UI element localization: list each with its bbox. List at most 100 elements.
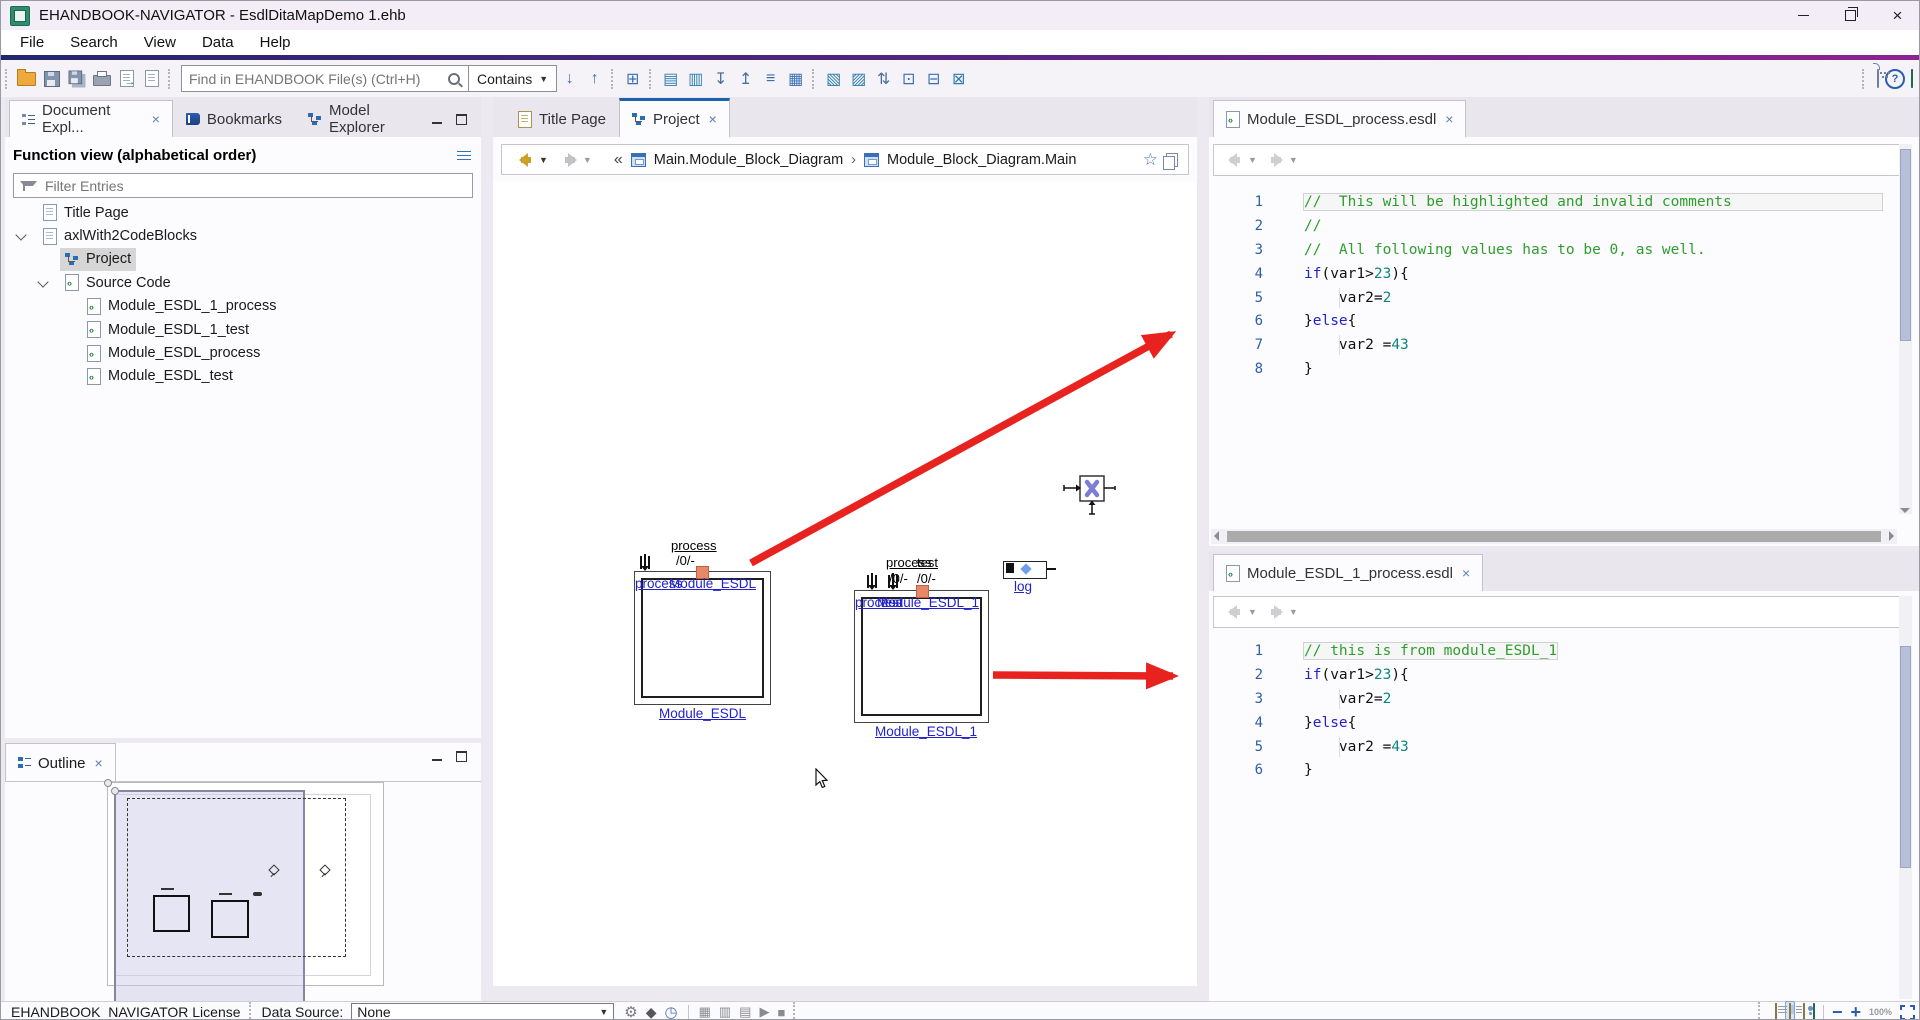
export-button[interactable]: → — [114, 67, 139, 91]
expand-chevron-icon[interactable] — [37, 277, 48, 288]
tree-item-module-esdl-test[interactable]: Module_ESDL_test — [5, 365, 481, 388]
scrollbar-thumb[interactable] — [1900, 149, 1911, 341]
copy-icon[interactable] — [1166, 153, 1178, 167]
forward-history-icon[interactable]: ▼ — [1289, 155, 1298, 165]
tab-model-explorer[interactable]: Model Explorer — [295, 101, 432, 137]
close-button[interactable]: × — [1874, 1, 1920, 30]
scrollbar-thumb[interactable] — [1227, 531, 1881, 542]
fit-to-screen-icon[interactable] — [1900, 1005, 1915, 1020]
data-sphere-icon[interactable]: ◆ — [646, 1004, 657, 1020]
sort-icon[interactable]: ⇅ — [871, 67, 896, 91]
code-area[interactable]: 1// this is from module_ESDL_12if(var1>2… — [1209, 639, 1895, 782]
forward-icon[interactable] — [1271, 609, 1281, 615]
measure-grid-icon[interactable]: ▦ — [699, 1004, 711, 1020]
tree-item-source-code[interactable]: Source Code — [5, 271, 481, 294]
close-tab-icon[interactable]: × — [709, 111, 717, 127]
model-check-icon[interactable]: ⊡ — [896, 67, 921, 91]
back-history-icon[interactable]: ▼ — [1248, 155, 1257, 165]
back-history-icon[interactable]: ▼ — [539, 155, 548, 165]
tree-item-module-esdl-1-test[interactable]: Module_ESDL_1_test — [5, 318, 481, 341]
outline-handle[interactable] — [104, 779, 112, 787]
menu-search[interactable]: Search — [57, 32, 131, 53]
stop-visualization-icon[interactable]: ■ — [777, 1005, 785, 1020]
collapse-all-icon[interactable]: ↧ — [708, 67, 733, 91]
scrollbar-thumb[interactable] — [1900, 646, 1911, 868]
horizontal-scrollbar[interactable] — [1211, 529, 1897, 544]
show-block-diagram-icon[interactable]: ⊞ — [620, 67, 645, 91]
ehandbook-button[interactable] — [1911, 70, 1913, 88]
maximize-panel-icon[interactable] — [456, 114, 467, 125]
back-icon[interactable] — [521, 157, 531, 163]
tree-item-module-esdl-process[interactable]: Module_ESDL_process — [5, 341, 481, 364]
outline-handle[interactable] — [111, 787, 119, 795]
add-bookmark-icon[interactable]: ▤ — [658, 67, 683, 91]
vertical-scrollbar[interactable] — [1899, 596, 1912, 999]
tree-item-project[interactable]: Project — [5, 248, 481, 271]
menu-file[interactable]: File — [7, 32, 57, 53]
zoom-reset-button[interactable]: 100% — [1869, 1008, 1892, 1017]
reader-view-button[interactable] — [1803, 1004, 1805, 1020]
menu-data[interactable]: Data — [189, 32, 247, 53]
scroll-down-icon[interactable] — [1900, 508, 1910, 518]
save-all-button[interactable] — [64, 67, 89, 91]
zoom-out-icon[interactable]: − — [1832, 1002, 1843, 1020]
open-file-button[interactable] — [14, 67, 39, 91]
back-icon[interactable] — [1230, 157, 1240, 163]
compare-icon[interactable]: ⊠ — [946, 67, 971, 91]
minimize-panel-icon[interactable] — [432, 751, 442, 761]
back-history-icon[interactable]: ▼ — [1248, 607, 1257, 617]
handbook-view-button[interactable] — [1813, 1004, 1815, 1020]
new-document-button[interactable] — [139, 67, 164, 91]
contains-dropdown[interactable]: Contains ▼ — [469, 65, 557, 92]
expand-chevron-icon[interactable] — [15, 230, 26, 241]
settings-gear-icon[interactable]: ⚙ — [624, 1003, 637, 1020]
tab-module-esdl-process[interactable]: Module_ESDL_process.esdl × — [1213, 100, 1466, 137]
back-icon[interactable] — [1230, 609, 1240, 615]
view-menu-icon[interactable] — [457, 150, 471, 162]
list-view-icon[interactable]: ≡ — [758, 67, 783, 91]
forward-icon[interactable] — [1271, 157, 1281, 163]
single-page-view-button[interactable] — [1775, 1004, 1777, 1020]
restore-button[interactable] — [1827, 1, 1874, 30]
scroll-right-icon[interactable] — [1889, 531, 1899, 541]
forward-history-icon[interactable]: ▼ — [1289, 607, 1298, 617]
close-tab-icon[interactable]: × — [152, 111, 160, 127]
experiment-grid-icon[interactable]: ▤ — [739, 1004, 751, 1020]
tree-item-axlwith2codeblocks[interactable]: axlWith2CodeBlocks — [5, 224, 481, 247]
split-view-button[interactable] — [1785, 1001, 1795, 1020]
keyboard-shortcuts-button[interactable] — [1877, 70, 1879, 88]
expand-all-icon[interactable]: ↥ — [733, 67, 758, 91]
minimize-button[interactable] — [1780, 1, 1827, 30]
vertical-scrollbar[interactable] — [1899, 144, 1912, 514]
forward-history-icon[interactable]: ▼ — [583, 155, 592, 165]
diagram-canvas[interactable]: process /0/- process Module_ESDL Module_… — [493, 182, 1197, 986]
tab-outline[interactable]: Outline × — [5, 743, 116, 782]
outline-thumbnail[interactable] — [5, 781, 481, 1001]
calibration-grid-icon[interactable]: ▥ — [719, 1004, 731, 1020]
scroll-left-icon[interactable] — [1209, 531, 1219, 541]
code-area[interactable]: 1// This will be highlighted and invalid… — [1209, 190, 1895, 381]
favorite-star-icon[interactable]: ☆ — [1143, 150, 1158, 170]
menu-help[interactable]: Help — [247, 32, 304, 53]
find-previous-icon[interactable]: ↑ — [582, 67, 607, 91]
tree-item-module-esdl-1-process[interactable]: Module_ESDL_1_process — [5, 295, 481, 318]
start-visualization-icon[interactable]: ▶ — [759, 1004, 769, 1020]
find-next-icon[interactable]: ↓ — [557, 67, 582, 91]
remove-view-icon[interactable]: ⊟ — [921, 67, 946, 91]
save-button[interactable] — [39, 67, 64, 91]
breadcrumb-item[interactable]: Main.Module_Block_Diagram — [654, 152, 843, 168]
timer-icon[interactable]: ◷ — [664, 1003, 677, 1020]
forward-icon[interactable] — [565, 157, 575, 163]
tree-view-icon[interactable]: ▧ — [821, 67, 846, 91]
tab-project[interactable]: Project × — [619, 98, 730, 137]
close-tab-icon[interactable]: × — [1445, 111, 1453, 127]
filter-input[interactable] — [43, 177, 466, 195]
help-button[interactable]: ? — [1885, 69, 1905, 89]
layers-view-icon[interactable]: ▨ — [846, 67, 871, 91]
minimize-panel-icon[interactable] — [432, 114, 442, 124]
tab-title-page[interactable]: Title Page — [505, 101, 619, 137]
manage-bookmarks-icon[interactable]: ▥ — [683, 67, 708, 91]
tab-module-esdl-1-process[interactable]: Module_ESDL_1_process.esdl × — [1213, 554, 1483, 591]
collapse-crumbs-icon[interactable]: « — [614, 151, 623, 169]
table-view-icon[interactable]: ▦ — [783, 67, 808, 91]
